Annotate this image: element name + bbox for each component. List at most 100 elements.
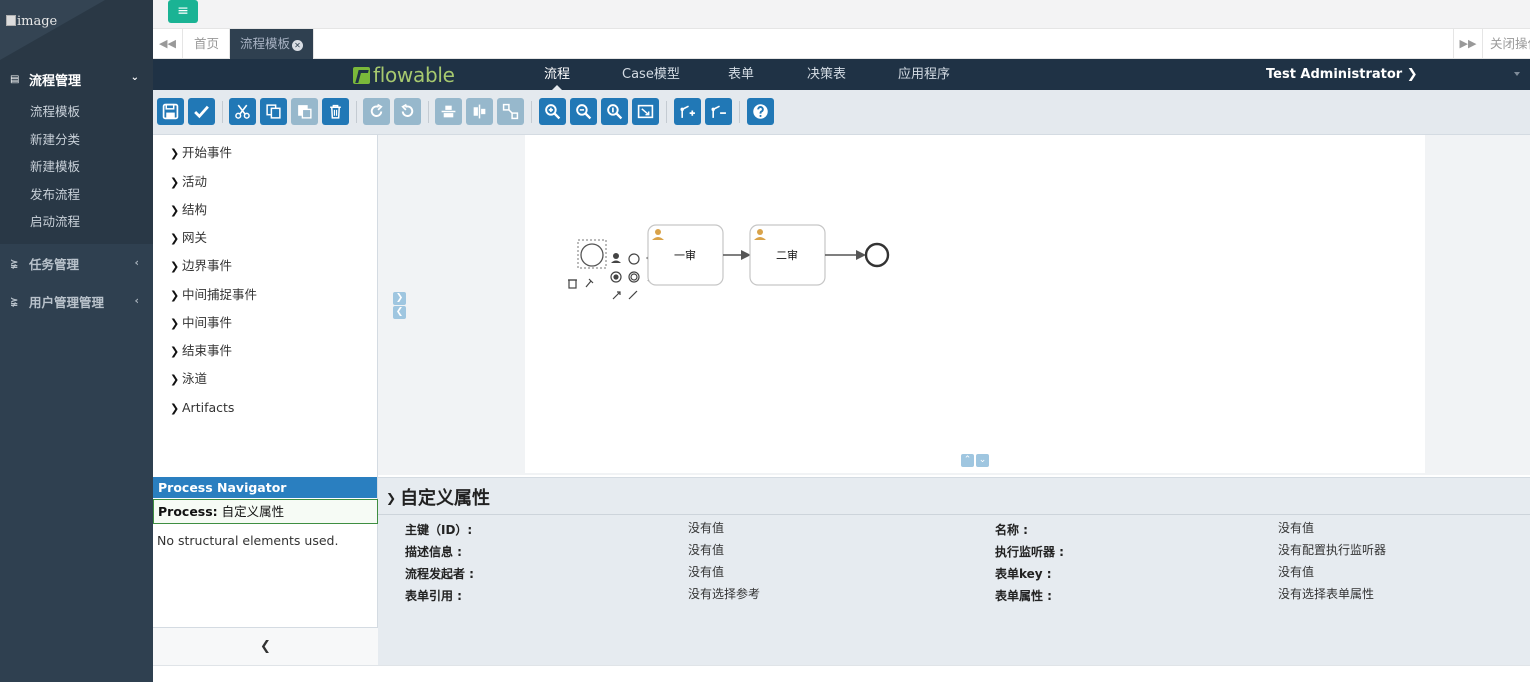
copy-button[interactable] — [260, 98, 287, 125]
expand-properties-icon[interactable]: ⌃ — [961, 454, 974, 467]
process-name: 自定义属性 — [221, 504, 285, 519]
menu-item-new-template[interactable]: 新建模板 — [0, 153, 153, 181]
close-icon[interactable]: ✕ — [292, 40, 304, 51]
align-vertical-icon — [441, 105, 456, 118]
navigator-empty-text: No structural elements used. — [157, 533, 339, 548]
tabs-scroll-right-button[interactable]: ▶▶ — [1453, 29, 1483, 59]
zoom-out-button[interactable] — [570, 98, 597, 125]
same-size-button[interactable] — [497, 98, 524, 125]
end-event[interactable] — [864, 242, 890, 268]
chevron-right-icon: ❯ — [170, 289, 180, 302]
zoom-in-icon — [545, 104, 561, 120]
menu-process-management[interactable]: ▤ 流程管理 ⌄ — [0, 60, 153, 98]
zoom-actual-button[interactable] — [601, 98, 628, 125]
nav-forms[interactable]: 表单 — [728, 59, 754, 90]
prop-label-form-properties: 表单属性 : — [995, 589, 1052, 603]
tab-home[interactable]: 首页 — [184, 29, 230, 59]
nav-case-model[interactable]: Case模型 — [622, 59, 680, 90]
menu-toggle-button[interactable]: ≡ — [168, 0, 198, 23]
bpmn-diagram: 一审 二审 — [568, 224, 890, 300]
palette-group-intermediate-catch-events[interactable]: ❯ 中间捕捉事件 — [170, 286, 257, 304]
undo-button[interactable] — [394, 98, 421, 125]
menu-user-management[interactable]: ⪶ 用户管理管理 ‹ — [0, 282, 153, 320]
process-navigator: Process Navigator Process: 自定义属性 No stru… — [153, 477, 378, 682]
help-button[interactable] — [747, 98, 774, 125]
chevron-right-icon: ❯ — [170, 204, 180, 217]
dropdown-caret-icon[interactable] — [1514, 72, 1520, 76]
bpmn-canvas[interactable]: 一审 二审 — [525, 135, 1425, 473]
bendpoint-add-icon — [680, 105, 695, 118]
left-sidebar: image ▤ 流程管理 ⌄ 流程模板 新建分类 新建模板 发布流程 启动流程 … — [0, 0, 153, 682]
chevron-right-icon: ❯ — [170, 345, 180, 358]
flowable-logo-icon — [353, 66, 370, 84]
prop-value-form-reference[interactable]: 没有选择参考 — [688, 585, 760, 602]
list-icon: ▤ — [10, 73, 20, 85]
bend-point-add-button[interactable] — [674, 98, 701, 125]
nav-apps[interactable]: 应用程序 — [898, 59, 950, 90]
cut-button[interactable] — [229, 98, 256, 125]
collapse-navigator-button[interactable]: ❮ — [153, 627, 378, 665]
palette-group-intermediate-events[interactable]: ❯ 中间事件 — [170, 314, 232, 332]
palette-label: 结束事件 — [182, 343, 233, 358]
prop-value-initiator[interactable]: 没有值 — [688, 563, 724, 580]
redo-button[interactable] — [363, 98, 390, 125]
task-2-label: 二审 — [776, 248, 798, 262]
zoom-fit-button[interactable] — [632, 98, 659, 125]
menu-item-process-templates[interactable]: 流程模板 — [0, 98, 153, 126]
menu-task-management[interactable]: ⪶ 任务管理 ‹ — [0, 244, 153, 282]
palette-group-boundary-events[interactable]: ❯ 边界事件 — [170, 257, 232, 275]
menu-item-new-category[interactable]: 新建分类 — [0, 126, 153, 154]
palette-group-end-events[interactable]: ❯ 结束事件 — [170, 342, 232, 360]
flowable-header: flowable 流程 Case模型 表单 决策表 应用程序 Test Admi… — [153, 59, 1530, 90]
same-size-icon — [502, 103, 519, 120]
menu-item-deploy-process[interactable]: 发布流程 — [0, 181, 153, 209]
prop-value-description[interactable]: 没有值 — [688, 541, 724, 558]
prop-value-id[interactable]: 没有值 — [688, 519, 724, 536]
nav-process[interactable]: 流程 — [544, 59, 570, 90]
page-tabs-bar: ◀◀ 首页 流程模板✕ ▶▶ 关闭操作 — [153, 28, 1530, 59]
prop-value-execution-listeners[interactable]: 没有配置执行监听器 — [1278, 541, 1386, 558]
prop-label-description: 描述信息 : — [405, 545, 462, 559]
align-horizontal-icon — [473, 104, 486, 119]
user-name: Test Administrator — [1266, 67, 1403, 82]
palette-group-structural[interactable]: ❯ 结构 — [170, 201, 207, 219]
palette-group-activities[interactable]: ❯ 活动 — [170, 173, 207, 191]
process-label: Process: — [158, 504, 218, 519]
align-horizontal-button[interactable] — [466, 98, 493, 125]
prop-value-form-properties[interactable]: 没有选择表单属性 — [1278, 585, 1374, 602]
chevron-left-icon: ‹ — [134, 294, 139, 307]
nav-decision-tables[interactable]: 决策表 — [807, 59, 846, 90]
properties-title-text: 自定义属性 — [400, 488, 491, 509]
palette-label: Artifacts — [182, 400, 235, 415]
paste-button[interactable] — [291, 98, 318, 125]
close-operations-button[interactable]: 关闭操作 — [1484, 29, 1530, 59]
tabs-scroll-left-button[interactable]: ◀◀ — [153, 29, 183, 59]
menu-label: 流程管理 — [29, 73, 82, 89]
collapse-properties-icon[interactable]: ⌄ — [976, 454, 989, 467]
trash-icon — [330, 104, 341, 119]
palette-group-start-events[interactable]: ❯ 开始事件 — [170, 144, 232, 162]
prop-value-name[interactable]: 没有值 — [1278, 519, 1314, 536]
align-vertical-button[interactable] — [435, 98, 462, 125]
save-button[interactable] — [157, 98, 184, 125]
palette-group-gateways[interactable]: ❯ 网关 — [170, 229, 207, 247]
palette-group-swimlanes[interactable]: ❯ 泳道 — [170, 370, 207, 388]
quick-menu[interactable] — [568, 252, 658, 300]
user-menu[interactable]: Test Administrator ❯ — [1266, 59, 1418, 90]
palette-group-artifacts[interactable]: ❯ Artifacts — [170, 399, 234, 417]
collapse-palette-icon[interactable]: ❮ — [393, 306, 406, 319]
tab-process-templates[interactable]: 流程模板 ✕ — [230, 29, 314, 59]
navigator-process-row[interactable]: Process: 自定义属性 — [153, 499, 378, 524]
menu-item-start-process[interactable]: 启动流程 — [0, 208, 153, 236]
properties-title[interactable]: ❯ 自定义属性 — [386, 484, 490, 510]
check-icon — [194, 105, 209, 119]
prop-value-form-key[interactable]: 没有值 — [1278, 563, 1314, 580]
start-event[interactable] — [580, 243, 604, 267]
bend-point-remove-button[interactable] — [705, 98, 732, 125]
chevron-right-icon: ❯ — [170, 317, 180, 330]
navigator-title: Process Navigator — [153, 477, 377, 498]
zoom-in-button[interactable] — [539, 98, 566, 125]
delete-button[interactable] — [322, 98, 349, 125]
validate-button[interactable] — [188, 98, 215, 125]
expand-palette-icon[interactable]: ❯ — [393, 292, 406, 305]
